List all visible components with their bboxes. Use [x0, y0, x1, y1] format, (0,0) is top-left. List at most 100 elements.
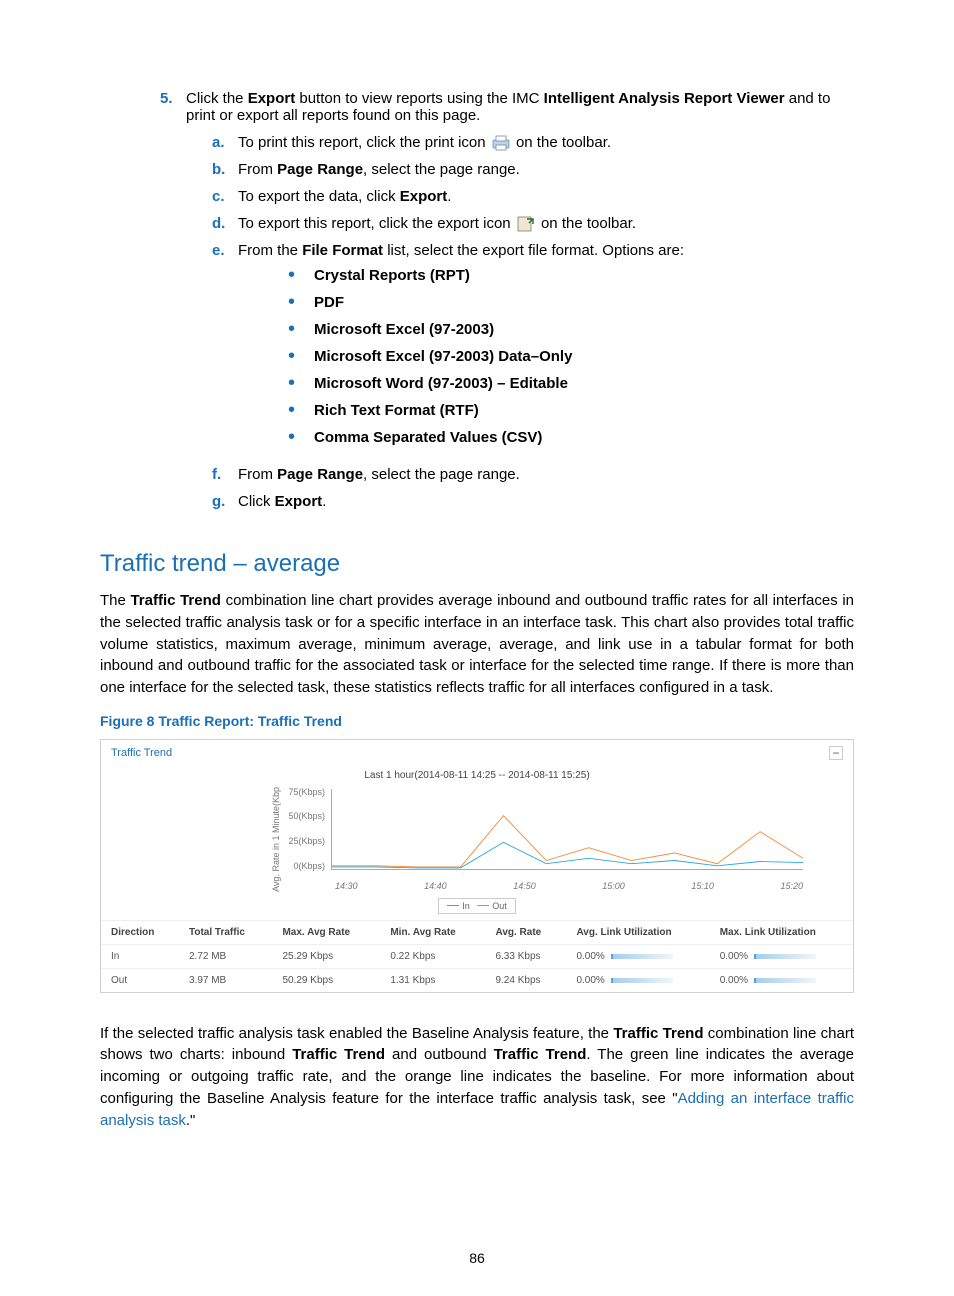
- cell: 0.00%: [710, 968, 853, 992]
- substep-d: d. To export this report, click the expo…: [212, 215, 854, 232]
- option-label: Crystal Reports (RPT): [314, 267, 470, 284]
- text: To print this report, click the print ic…: [238, 134, 490, 151]
- step-body: Click the Export button to view reports …: [186, 90, 854, 520]
- text: If the selected traffic analysis task en…: [100, 1025, 613, 1042]
- xtick: 14:50: [513, 881, 536, 891]
- substep-marker: d.: [212, 215, 238, 232]
- text-bold: Traffic Trend: [494, 1046, 587, 1063]
- cell: 1.31 Kbps: [380, 968, 485, 992]
- text: Click: [238, 493, 275, 510]
- chart-legend: In Out: [438, 898, 516, 914]
- step-marker: 5.: [160, 90, 186, 520]
- util-val: 0.00%: [576, 951, 604, 962]
- text: on the toolbar.: [541, 215, 636, 232]
- option-label: PDF: [314, 294, 344, 311]
- xtick: 14:30: [335, 881, 358, 891]
- figure-panel: Traffic Trend − Last 1 hour(2014-08-11 1…: [100, 739, 854, 993]
- post-figure-paragraph: If the selected traffic analysis task en…: [100, 1023, 854, 1132]
- format-options: •Crystal Reports (RPT) •PDF •Microsoft E…: [238, 267, 684, 446]
- ordered-steps: 5. Click the Export button to view repor…: [160, 90, 854, 520]
- text: .: [447, 188, 451, 205]
- ytick: 75(Kbps): [283, 787, 325, 797]
- legend-swatch-out: [477, 905, 489, 906]
- text-bold: Traffic Trend: [613, 1025, 703, 1042]
- cell: 2.72 MB: [179, 944, 272, 968]
- text: From: [238, 466, 277, 483]
- bullet-icon: •: [288, 402, 314, 418]
- section-heading: Traffic trend – average: [100, 550, 854, 578]
- substep-f: f. From Page Range, select the page rang…: [212, 466, 854, 483]
- stats-table: Direction Total Traffic Max. Avg Rate Mi…: [101, 920, 853, 992]
- substep-marker: f.: [212, 466, 238, 483]
- text: From the: [238, 242, 302, 259]
- list-item: •Crystal Reports (RPT): [288, 267, 684, 284]
- sub-steps: a. To print this report, click the print…: [186, 134, 854, 510]
- text: To export this report, click the export …: [238, 215, 515, 232]
- list-item: •Microsoft Word (97-2003) – Editable: [288, 375, 684, 392]
- util-bar: [611, 954, 673, 959]
- text: Click the: [186, 90, 248, 107]
- bullet-icon: •: [288, 267, 314, 283]
- substep-e: e. From the File Format list, select the…: [212, 242, 854, 456]
- x-ticks: 14:30 14:40 14:50 15:00 15:10 15:20: [335, 881, 803, 891]
- th: Direction: [101, 920, 179, 944]
- th: Max. Link Utilization: [710, 920, 853, 944]
- cell: 0.00%: [566, 944, 709, 968]
- util-val: 0.00%: [720, 951, 748, 962]
- text-bold: Export: [248, 90, 296, 107]
- list-item: •Comma Separated Values (CSV): [288, 429, 684, 446]
- text-bold: Traffic Trend: [292, 1046, 385, 1063]
- legend-out: Out: [492, 901, 507, 911]
- text-bold: Page Range: [277, 161, 363, 178]
- text-wrap: From Page Range, select the page range.: [238, 161, 520, 178]
- xtick: 15:20: [780, 881, 803, 891]
- util-bar: [611, 978, 673, 983]
- plot-area: [331, 789, 803, 870]
- util-val: 0.00%: [720, 975, 748, 986]
- page-number: 86: [0, 1250, 954, 1266]
- text-bold: Page Range: [277, 466, 363, 483]
- util-bar: [754, 978, 816, 983]
- text-wrap: From Page Range, select the page range.: [238, 466, 520, 483]
- list-item: •PDF: [288, 294, 684, 311]
- substep-b: b. From Page Range, select the page rang…: [212, 161, 854, 178]
- text: and outbound: [385, 1046, 494, 1063]
- chart-subtitle: Last 1 hour(2014-08-11 14:25 -- 2014-08-…: [101, 766, 853, 785]
- substep-g: g. Click Export.: [212, 493, 854, 510]
- text: From: [238, 161, 277, 178]
- option-label: Comma Separated Values (CSV): [314, 429, 542, 446]
- cell: 3.97 MB: [179, 968, 272, 992]
- text: , select the page range.: [363, 466, 520, 483]
- ytick: 0(Kbps): [283, 861, 325, 871]
- xtick: 15:00: [602, 881, 625, 891]
- substep-marker: b.: [212, 161, 238, 178]
- list-item: •Rich Text Format (RTF): [288, 402, 684, 419]
- cell: 9.24 Kbps: [485, 968, 566, 992]
- cell: Out: [101, 968, 179, 992]
- text-bold: Intelligent Analysis Report Viewer: [544, 90, 785, 107]
- collapse-icon[interactable]: −: [829, 746, 843, 760]
- ytick: 25(Kbps): [283, 836, 325, 846]
- figure-caption: Figure 8 Traffic Report: Traffic Trend: [100, 713, 854, 729]
- cell: 50.29 Kbps: [272, 968, 380, 992]
- bullet-icon: •: [288, 294, 314, 310]
- text-wrap: From the File Format list, select the ex…: [238, 242, 684, 456]
- th: Avg. Link Utilization: [566, 920, 709, 944]
- y-ticks: 75(Kbps) 50(Kbps) 25(Kbps) 0(Kbps): [283, 787, 325, 871]
- text: , select the page range.: [363, 161, 520, 178]
- text: The: [100, 592, 130, 609]
- text-wrap: To export this report, click the export …: [238, 215, 636, 232]
- cell: 0.22 Kbps: [380, 944, 485, 968]
- substep-marker: c.: [212, 188, 238, 205]
- chart-container: Avg. Rate in 1 Minute(Kbp 75(Kbps) 50(Kb…: [101, 785, 853, 900]
- text-bold: Export: [400, 188, 448, 205]
- chart-plot: 75(Kbps) 50(Kbps) 25(Kbps) 0(Kbps) 14:30…: [285, 787, 843, 887]
- th: Min. Avg Rate: [380, 920, 485, 944]
- panel-title: Traffic Trend: [111, 747, 172, 759]
- print-icon: [492, 135, 510, 151]
- xtick: 15:10: [691, 881, 714, 891]
- list-item: •Microsoft Excel (97-2003) Data–Only: [288, 348, 684, 365]
- text-bold: File Format: [302, 242, 383, 259]
- th: Avg. Rate: [485, 920, 566, 944]
- table-header-row: Direction Total Traffic Max. Avg Rate Mi…: [101, 920, 853, 944]
